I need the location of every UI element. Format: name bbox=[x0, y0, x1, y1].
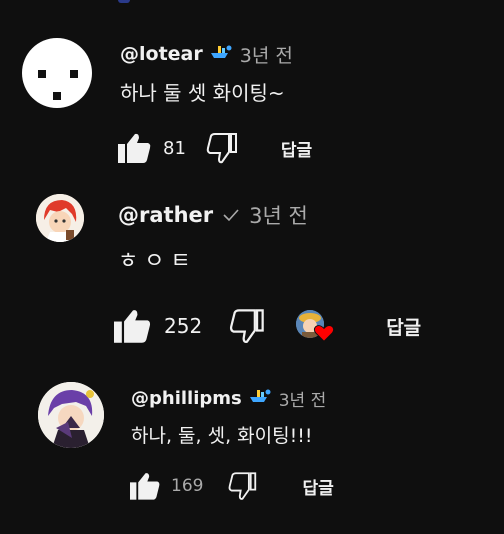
dislike-icon[interactable] bbox=[227, 471, 258, 501]
comment-text: ㅎㅇㅌ bbox=[118, 249, 197, 274]
reply-button[interactable]: 답글 bbox=[302, 474, 333, 499]
like-count: 169 bbox=[171, 476, 204, 496]
comment-author[interactable]: @lotear bbox=[120, 43, 203, 65]
avatar[interactable] bbox=[38, 382, 104, 448]
comment-author[interactable]: @phillipms bbox=[131, 388, 242, 409]
comment-timestamp[interactable]: 3년 전 bbox=[249, 200, 308, 230]
comment-timestamp[interactable]: 3년 전 bbox=[279, 386, 327, 411]
like-count: 252 bbox=[164, 314, 203, 338]
like-icon[interactable] bbox=[130, 471, 161, 501]
checkmark-icon bbox=[223, 203, 239, 227]
avatar[interactable] bbox=[36, 194, 84, 242]
member-badge-icon bbox=[210, 43, 232, 65]
like-icon[interactable] bbox=[118, 132, 152, 164]
like-icon[interactable] bbox=[114, 308, 152, 344]
dislike-icon[interactable] bbox=[228, 308, 266, 344]
reply-button[interactable]: 답글 bbox=[281, 136, 312, 161]
comment-author[interactable]: @rather bbox=[118, 203, 213, 227]
avatar[interactable] bbox=[22, 38, 92, 108]
comment-timestamp[interactable]: 3년 전 bbox=[240, 41, 293, 68]
reply-button[interactable]: 답글 bbox=[386, 313, 421, 340]
dislike-icon[interactable] bbox=[205, 132, 239, 164]
heart-icon bbox=[313, 322, 335, 348]
like-count: 81 bbox=[163, 137, 186, 159]
comment-text: 하나, 둘, 셋, 화이팅!!! bbox=[131, 425, 313, 447]
comment-text: 하나 둘 셋 화이팅~ bbox=[120, 81, 285, 105]
scroll-edge-artifact bbox=[118, 0, 130, 3]
member-badge-icon bbox=[249, 388, 271, 409]
creator-heart bbox=[296, 308, 336, 344]
